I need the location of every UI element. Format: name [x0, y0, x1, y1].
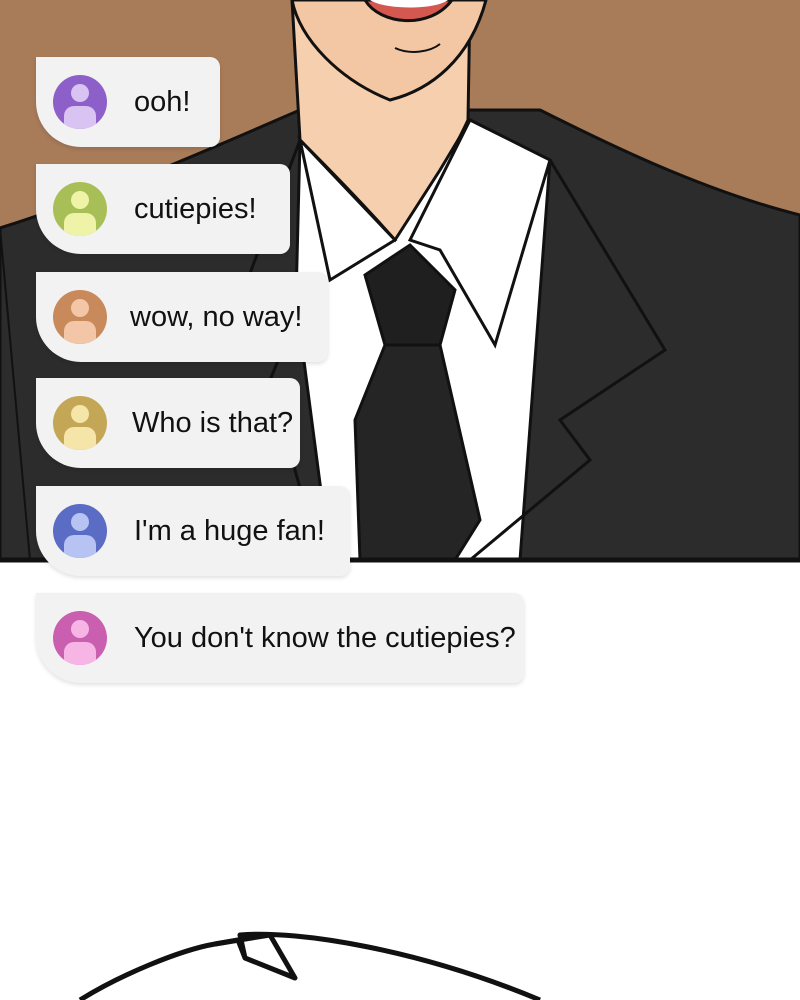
chat-bubble-5: I'm a huge fan!	[36, 486, 350, 576]
chat-bubble-2: cutiepies!	[36, 164, 290, 254]
user-avatar-icon	[53, 396, 107, 450]
chat-bubble-3: wow, no way!	[36, 272, 328, 362]
chat-bubble-1: ooh!	[36, 57, 220, 147]
chat-message-text: You don't know the cutiepies?	[134, 622, 516, 654]
chat-message-text: I'm a huge fan!	[134, 515, 325, 547]
chat-message-text: cutiepies!	[134, 193, 257, 225]
user-avatar-icon	[53, 75, 107, 129]
user-avatar-icon	[53, 504, 107, 558]
chat-bubble-4: Who is that?	[36, 378, 300, 468]
chat-message-text: Who is that?	[132, 407, 294, 439]
next-panel-head-outline	[78, 931, 541, 1000]
chat-bubble-6: You don't know the cutiepies?	[36, 593, 524, 683]
chat-message-text: ooh!	[134, 86, 191, 118]
user-avatar-icon	[53, 611, 107, 665]
user-avatar-icon	[53, 182, 107, 236]
chat-message-text: wow, no way!	[130, 301, 303, 333]
user-avatar-icon	[53, 290, 107, 344]
